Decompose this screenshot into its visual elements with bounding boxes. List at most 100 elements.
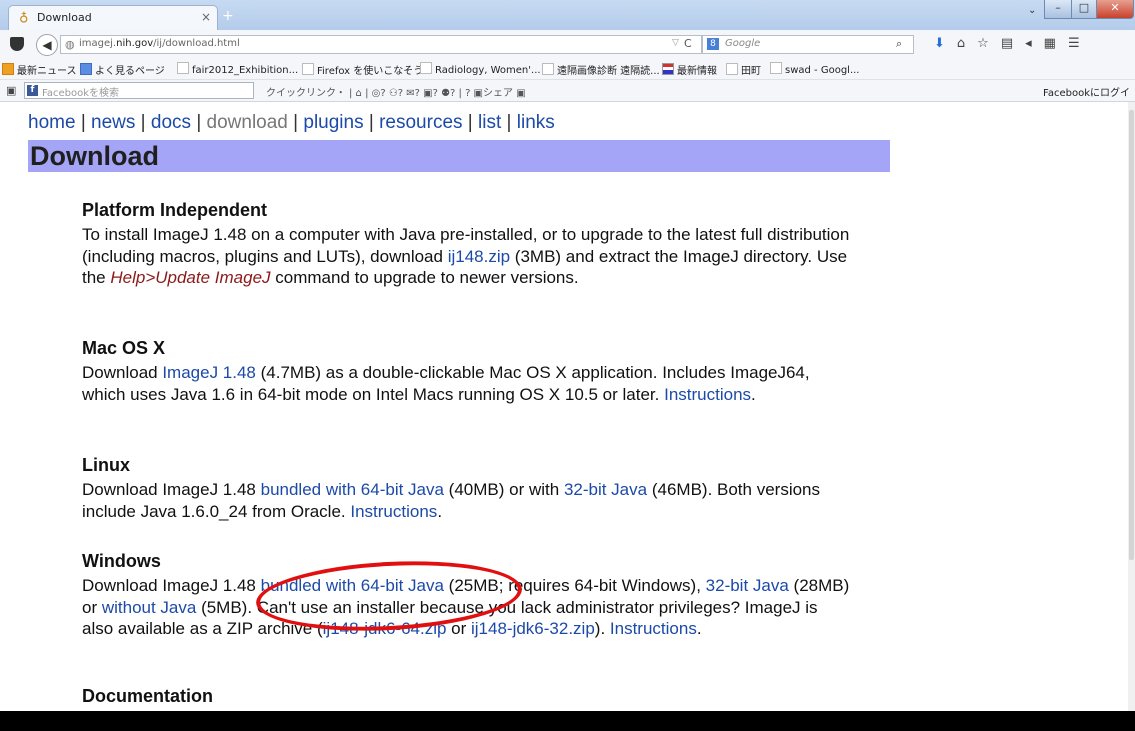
bookmark-item[interactable]: 最新ニュース (2, 62, 77, 77)
flag-icon (662, 63, 674, 75)
page-icon (542, 63, 554, 75)
url-dropdown-icon[interactable]: ▽ (672, 38, 679, 48)
section-heading: Platform Independent (82, 200, 268, 220)
windows-without-java-link[interactable]: without Java (102, 598, 197, 617)
vertical-scrollbar[interactable] (1128, 102, 1135, 711)
platform-independent-section: Platform Independent To install ImageJ 1… (82, 200, 852, 289)
page-viewport: home | news | docs | download | plugins … (0, 102, 1128, 711)
windows-64bit-link[interactable]: bundled with 64-bit Java (261, 576, 444, 595)
search-engine-icon[interactable]: 8 (707, 38, 719, 50)
documentation-section: Documentation (82, 686, 852, 707)
shield-icon[interactable] (10, 37, 24, 51)
nav-separator: | (140, 112, 146, 133)
bookmarks-menu-icon[interactable]: ▤ (1001, 36, 1025, 51)
bookmark-item[interactable]: Radiology, Women'... (420, 62, 541, 76)
taskbar (0, 711, 1135, 731)
linux-instructions-link[interactable]: Instructions (350, 502, 437, 521)
section-text: To install ImageJ 1.48 on a computer wit… (82, 225, 850, 287)
nav-plugins-link[interactable]: plugins (303, 112, 363, 133)
bookmark-item[interactable]: Firefox を使いこなそう (302, 62, 423, 77)
nav-separator: | (196, 112, 202, 133)
linux-32bit-link[interactable]: 32-bit Java (564, 480, 647, 499)
page-title-banner: Download (28, 140, 890, 172)
nav-home-link[interactable]: home (28, 112, 76, 133)
facebook-search-placeholder: Facebookを検索 (42, 88, 119, 99)
close-window-button[interactable]: ✕ (1096, 0, 1134, 19)
bookmark-item[interactable]: fair2012_Exhibition... (177, 62, 298, 76)
tab-close-icon[interactable]: × (201, 10, 211, 24)
addon-icon[interactable]: ▦ (1044, 36, 1068, 51)
windows-instructions-link[interactable]: Instructions (610, 619, 697, 638)
bookmark-item[interactable]: 遠隔画像診断 遠隔読... (542, 62, 660, 77)
nav-separator: | (506, 112, 512, 133)
page-icon (726, 63, 738, 75)
nav-separator: | (467, 112, 473, 133)
imagej-favicon-icon: ♁ (19, 10, 29, 25)
home-icon[interactable]: ⌂ (957, 36, 977, 51)
section-heading: Windows (82, 551, 161, 571)
help-update-link[interactable]: Help>Update ImageJ (110, 268, 270, 287)
reload-icon[interactable]: C (684, 37, 692, 50)
bookmark-item[interactable]: 最新情報 (662, 62, 717, 77)
section-text: Download ImageJ 1.48 (4.7MB) as a double… (82, 363, 810, 404)
windows-32bit-link[interactable]: 32-bit Java (706, 576, 789, 595)
search-bar[interactable]: 8 Google ⌕ (702, 35, 914, 54)
nav-list-link[interactable]: list (478, 112, 501, 133)
mac-instructions-link[interactable]: Instructions (664, 385, 751, 404)
page-title: Download (30, 141, 159, 171)
title-bar: ♁ Download × + ⌄ – □ ✕ (0, 0, 1135, 31)
linux-64bit-link[interactable]: bundled with 64-bit Java (261, 480, 444, 499)
search-placeholder: Google (725, 38, 761, 49)
bookmark-item[interactable]: 田町 (726, 62, 761, 77)
navigation-toolbar: ◀ ◍ imagej.nih.gov/ij/download.html ▽ C … (0, 30, 1135, 59)
nav-separator: | (293, 112, 299, 133)
facebook-icon: f (27, 85, 38, 96)
address-bar[interactable]: ◍ imagej.nih.gov/ij/download.html ▽ C (60, 35, 702, 54)
new-tab-icon[interactable]: + (222, 8, 234, 24)
zip-32-link[interactable]: ij148-jdk6-32.zip (471, 619, 595, 638)
site-navigation: home | news | docs | download | plugins … (28, 112, 555, 134)
zip-64-link[interactable]: ij148-jdk6-64.zip (323, 619, 447, 638)
maximize-button[interactable]: □ (1071, 0, 1097, 19)
url-text: imagej.nih.gov/ij/download.html (79, 38, 240, 49)
toolbar-menu-icon[interactable]: ▣ (6, 84, 16, 97)
bookmarks-toolbar: 最新ニュース よく見るページ fair2012_Exhibition... Fi… (0, 58, 1135, 80)
mac-os-x-section: Mac OS X Download ImageJ 1.48 (4.7MB) as… (82, 338, 852, 405)
section-heading: Documentation (82, 686, 214, 706)
blue-icon (80, 63, 92, 75)
page-icon (302, 63, 314, 75)
section-text: Download ImageJ 1.48 bundled with 64-bit… (82, 576, 850, 638)
facebook-toolbar: ▣ f Facebookを検索 クイックリンク・ | ⌂ | ◎? ⚇? ✉? … (0, 80, 1135, 114)
browser-tab[interactable]: ♁ Download × (8, 5, 218, 31)
page-icon (420, 62, 432, 74)
bookmark-star-icon[interactable]: ☆ (977, 36, 1001, 51)
download-icon[interactable]: ⬇ (934, 36, 957, 51)
page-icon (770, 62, 782, 74)
nav-separator: | (368, 112, 374, 133)
nav-links-link[interactable]: links (517, 112, 555, 133)
nav-download-current: download (206, 112, 288, 133)
imagej-mac-link[interactable]: ImageJ 1.48 (162, 363, 256, 382)
news-icon (2, 63, 14, 75)
scrollbar-thumb[interactable] (1129, 110, 1134, 560)
nav-separator: | (80, 112, 86, 133)
facebook-search-input[interactable]: f Facebookを検索 (24, 82, 254, 99)
minimize-button[interactable]: – (1044, 0, 1072, 19)
nav-resources-link[interactable]: resources (379, 112, 462, 133)
tab-list-chevron-icon[interactable]: ⌄ (1028, 5, 1036, 16)
toolbar-icons: ⬇⌂☆▤◂▦☰ (934, 36, 1092, 51)
windows-section: Windows Download ImageJ 1.48 bundled wit… (82, 551, 852, 640)
ij148-zip-link[interactable]: ij148.zip (448, 247, 510, 266)
globe-icon: ◍ (65, 38, 75, 51)
bookmark-item[interactable]: swad - Googl... (770, 62, 859, 76)
nav-news-link[interactable]: news (91, 112, 135, 133)
back-button[interactable]: ◀ (36, 34, 58, 56)
facebook-tools[interactable]: クイックリンク・ | ⌂ | ◎? ⚇? ✉? ▣? ⚉? | ? ▣シェア ▣ (266, 84, 526, 99)
nav-docs-link[interactable]: docs (151, 112, 191, 133)
search-icon[interactable]: ⌕ (896, 37, 902, 51)
section-text: Download ImageJ 1.48 bundled with 64-bit… (82, 480, 821, 521)
linux-section: Linux Download ImageJ 1.48 bundled with … (82, 455, 852, 522)
menu-icon[interactable]: ☰ (1068, 36, 1092, 51)
bookmark-item[interactable]: よく見るページ (80, 62, 165, 77)
send-icon[interactable]: ◂ (1025, 36, 1044, 51)
